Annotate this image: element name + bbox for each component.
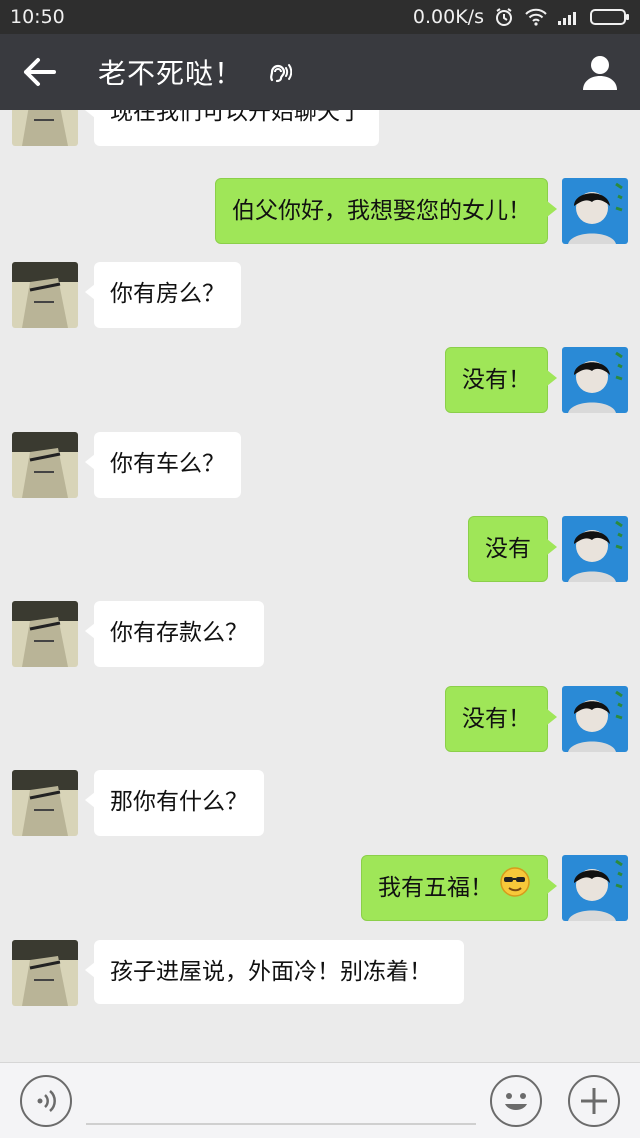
input-bar xyxy=(0,1062,640,1138)
avatar-me[interactable] xyxy=(562,686,628,752)
avatar-father[interactable] xyxy=(12,770,78,836)
battery-icon xyxy=(590,8,630,26)
message-text: 我有五福！ xyxy=(378,875,493,901)
avatar-father[interactable] xyxy=(12,110,78,146)
message-bubble-incoming[interactable]: 你有存款么？ xyxy=(85,601,264,667)
profile-icon[interactable] xyxy=(580,52,620,92)
status-time: 10:50 xyxy=(10,6,65,28)
message-bubble-incoming[interactable]: 现在我们可以开始聊天了 xyxy=(85,110,379,146)
status-bar: 10:50 0.00K/s xyxy=(0,0,640,34)
avatar-father[interactable] xyxy=(12,601,78,667)
avatar-me[interactable] xyxy=(562,855,628,921)
avatar-me[interactable] xyxy=(562,178,628,244)
cool-sunglasses-emoji xyxy=(499,866,531,911)
message-bubble-outgoing[interactable]: 没有！ xyxy=(445,686,557,752)
avatar-me[interactable] xyxy=(562,347,628,413)
message-bubble-outgoing[interactable]: 没有 xyxy=(468,516,557,582)
network-speed: 0.00K/s xyxy=(412,6,484,28)
message-bubble-incoming[interactable]: 你有车么？ xyxy=(85,432,241,498)
alarm-icon xyxy=(494,7,514,27)
avatar-me[interactable] xyxy=(562,516,628,582)
signal-icon xyxy=(558,9,580,25)
plus-icon[interactable] xyxy=(568,1075,620,1127)
avatar-father[interactable] xyxy=(12,940,78,1006)
message-bubble-incoming[interactable]: 孩子进屋说，外面冷！别冻着！ xyxy=(85,940,464,1004)
wifi-icon xyxy=(524,8,548,26)
avatar-father[interactable] xyxy=(12,262,78,328)
chat-header: 老不死哒！ xyxy=(0,34,640,110)
message-bubble-outgoing[interactable]: 伯父你好，我想娶您的女儿！ xyxy=(215,178,557,244)
message-input[interactable] xyxy=(86,1079,476,1125)
message-bubble-incoming[interactable]: 那你有什么？ xyxy=(85,770,264,836)
voice-icon[interactable] xyxy=(20,1075,72,1127)
message-bubble-outgoing[interactable]: 我有五福！ xyxy=(361,855,557,921)
avatar-father[interactable] xyxy=(12,432,78,498)
message-list[interactable]: 现在我们可以开始聊天了 伯父你好，我想娶您的女儿！ 你有房么？ 没有！ 你有车么… xyxy=(0,110,640,1062)
message-bubble-incoming[interactable]: 你有房么？ xyxy=(85,262,241,328)
message-bubble-outgoing[interactable]: 没有！ xyxy=(445,347,557,413)
emoji-icon[interactable] xyxy=(490,1075,542,1127)
ear-icon xyxy=(266,60,293,90)
chat-title: 老不死哒！ xyxy=(98,57,244,90)
back-arrow-icon[interactable] xyxy=(20,54,60,90)
